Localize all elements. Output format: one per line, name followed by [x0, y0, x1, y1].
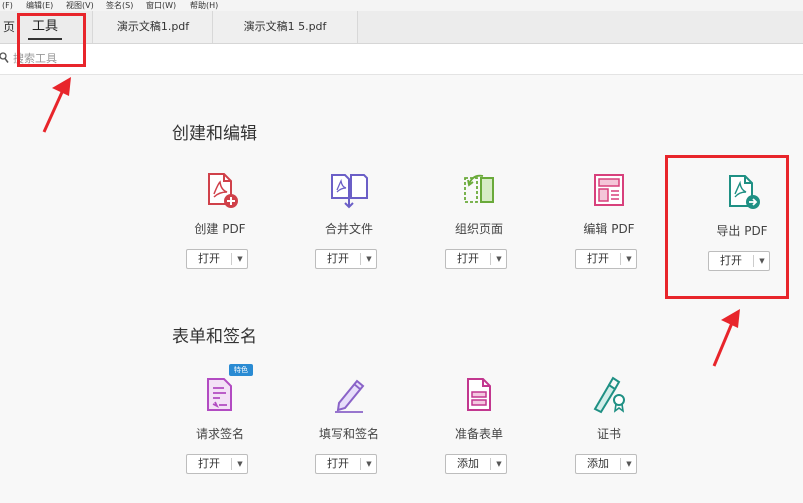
- open-button[interactable]: 打开 ▼: [186, 249, 248, 269]
- open-button[interactable]: 打开 ▼: [315, 249, 377, 269]
- add-button[interactable]: 添加 ▼: [575, 454, 637, 474]
- tool-label: 合并文件: [324, 222, 373, 236]
- menu-file[interactable]: (F): [2, 0, 13, 11]
- search-icon: [0, 52, 9, 63]
- button-separator: [490, 458, 491, 470]
- button-separator: [360, 253, 361, 265]
- open-button-label: 打开: [457, 252, 479, 265]
- chevron-down-icon[interactable]: ▼: [233, 455, 247, 473]
- fill-sign-icon: [335, 379, 365, 413]
- tool-search-bar[interactable]: 搜索工具: [0, 44, 803, 75]
- open-button-label: 打开: [198, 457, 220, 470]
- prepare-form-icon: [467, 378, 491, 411]
- highlight-box-tools-tab: [17, 13, 86, 67]
- button-separator: [490, 253, 491, 265]
- button-separator: [231, 253, 232, 265]
- menu-bar: (F) 编辑(E) 视图(V) 签名(S) 窗口(W) 帮助(H): [0, 0, 803, 11]
- tab-document-2[interactable]: 演示文稿1 5.pdf: [212, 11, 358, 43]
- button-separator: [360, 458, 361, 470]
- certificate-icon: [593, 376, 625, 414]
- open-button-label: 打开: [587, 252, 609, 265]
- tab-bar: 页 工具 演示文稿1.pdf 演示文稿1 5.pdf: [0, 11, 803, 44]
- add-button-label: 添加: [587, 457, 609, 470]
- edit-pdf-icon: [594, 174, 624, 206]
- combine-files-icon: [331, 174, 368, 209]
- tool-label: 编辑 PDF: [583, 222, 635, 236]
- open-button[interactable]: 打开 ▼: [315, 454, 377, 474]
- tab-home[interactable]: 页: [0, 11, 18, 43]
- organize-pages-icon: [464, 174, 494, 203]
- open-button[interactable]: 打开 ▼: [445, 249, 507, 269]
- tool-label: 准备表单: [454, 427, 503, 441]
- button-separator: [231, 458, 232, 470]
- annotation-arrow-icon: [712, 309, 740, 367]
- button-separator: [620, 458, 621, 470]
- open-button[interactable]: 打开 ▼: [186, 454, 248, 474]
- open-button[interactable]: 打开 ▼: [575, 249, 637, 269]
- chevron-down-icon[interactable]: ▼: [492, 455, 506, 473]
- tool-label: 组织页面: [454, 222, 503, 236]
- chevron-down-icon[interactable]: ▼: [362, 455, 376, 473]
- chevron-down-icon[interactable]: ▼: [233, 250, 247, 268]
- chevron-down-icon[interactable]: ▼: [622, 455, 636, 473]
- menu-edit[interactable]: 编辑(E): [26, 0, 53, 11]
- chevron-down-icon[interactable]: ▼: [362, 250, 376, 268]
- tool-label: 填写和签名: [318, 427, 379, 441]
- section-title-create-edit: 创建和编辑: [172, 124, 257, 144]
- open-button-label: 打开: [327, 457, 349, 470]
- create-pdf-icon: [208, 173, 238, 208]
- tool-label: 创建 PDF: [194, 222, 246, 236]
- add-button-label: 添加: [457, 457, 479, 470]
- chevron-down-icon[interactable]: ▼: [622, 250, 636, 268]
- menu-window[interactable]: 窗口(W): [146, 0, 176, 11]
- open-button-label: 打开: [198, 252, 220, 265]
- menu-sign[interactable]: 签名(S): [106, 0, 133, 11]
- open-button-label: 打开: [327, 252, 349, 265]
- tool-label: 请求签名: [195, 427, 244, 441]
- tab-document-1[interactable]: 演示文稿1.pdf: [92, 11, 214, 43]
- add-button[interactable]: 添加 ▼: [445, 454, 507, 474]
- section-title-forms-sign: 表单和签名: [172, 327, 257, 347]
- menu-help[interactable]: 帮助(H): [190, 0, 218, 11]
- chevron-down-icon[interactable]: ▼: [492, 250, 506, 268]
- tool-label: 证书: [596, 427, 621, 441]
- button-separator: [620, 253, 621, 265]
- highlight-box-export-pdf: [665, 155, 789, 299]
- annotation-arrow-icon: [42, 77, 71, 133]
- request-signature-icon: [207, 378, 232, 411]
- menu-view[interactable]: 视图(V): [66, 0, 94, 11]
